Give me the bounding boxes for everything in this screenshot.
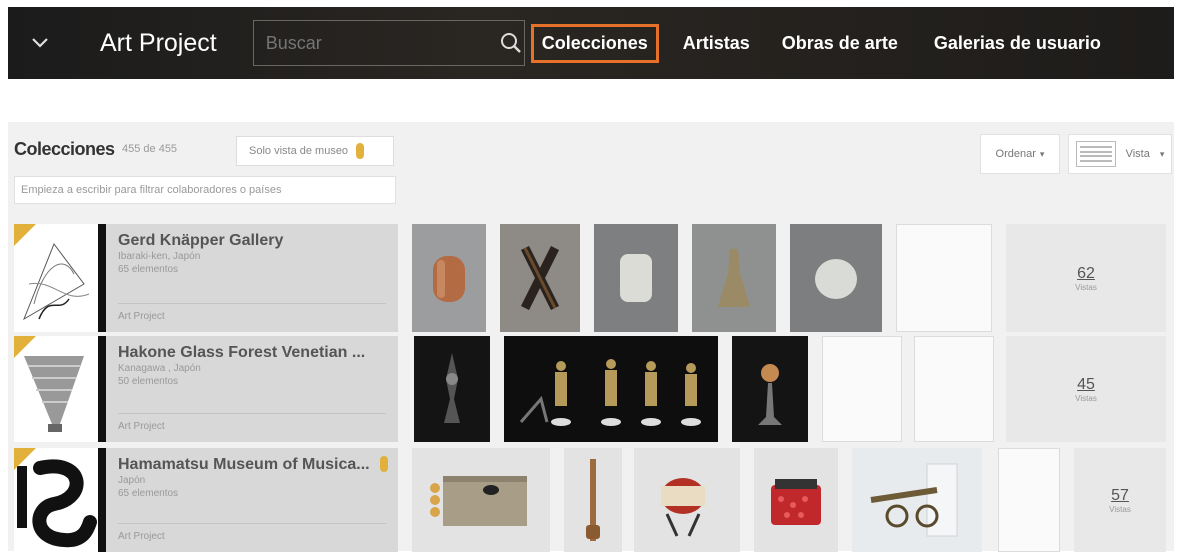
collection-row[interactable]: Hamamatsu Museum of Musica... Japón 65 e… — [14, 446, 1168, 552]
museum-toggle-label: Solo vista de museo — [249, 145, 349, 157]
pin-icon — [356, 143, 365, 159]
search-icon — [500, 33, 521, 53]
chevron-down-icon: ▾ — [1039, 148, 1045, 159]
view-count[interactable]: 62 Vistas — [1006, 224, 1166, 332]
collection-row[interactable]: Hakone Glass Forest Venetian ... Kanagaw… — [14, 334, 1168, 442]
view-count[interactable]: 45 Vistas — [1006, 336, 1166, 442]
collection-name[interactable]: Gerd Knäpper Gallery — [118, 232, 386, 250]
collection-location: Japón — [118, 475, 146, 486]
collection-thumbnail[interactable] — [14, 448, 98, 552]
view-count-number: 62 — [1077, 264, 1095, 282]
list-view-icon — [1075, 141, 1116, 167]
collection-location: Kanagawa , Japón — [118, 363, 201, 374]
artwork-placeholder — [998, 448, 1060, 552]
artwork-thumbnail[interactable] — [754, 448, 838, 552]
artwork-placeholder — [822, 336, 902, 442]
chevron-down-icon — [32, 38, 48, 48]
collection-name[interactable]: Hamamatsu Museum of Musica... — [118, 456, 386, 474]
artwork-thumbnail[interactable] — [504, 336, 718, 442]
sort-dropdown[interactable]: Ordenar ▾ — [980, 134, 1060, 174]
sort-label: Ordenar — [995, 148, 1036, 160]
artwork-thumbnail[interactable] — [564, 448, 622, 552]
nav-colecciones[interactable]: Colecciones — [530, 23, 659, 63]
artwork-thumbnail[interactable] — [852, 448, 982, 552]
collection-thumbnail[interactable] — [14, 336, 98, 442]
artwork-thumbnail[interactable] — [634, 448, 740, 552]
artwork-thumbnail[interactable] — [790, 224, 882, 332]
artwork-placeholder — [896, 224, 992, 332]
collection-info[interactable]: Hamamatsu Museum of Musica... Japón 65 e… — [106, 448, 398, 552]
menu-toggle-button[interactable] — [8, 7, 72, 79]
artwork-placeholder — [914, 336, 994, 442]
view-count-label: Vistas — [1109, 504, 1131, 514]
brand-title[interactable]: Art Project — [100, 29, 217, 58]
panel-title: Colecciones — [14, 139, 115, 159]
collection-source: Art Project — [118, 311, 165, 322]
nav-galerias-de-usuario[interactable]: Galerias de usuario — [934, 33, 1101, 54]
collection-thumbnail[interactable] — [14, 224, 98, 332]
view-count-number: 45 — [1077, 375, 1095, 393]
collection-items: 65 elementos — [118, 488, 179, 499]
artwork-thumbnail[interactable] — [594, 224, 678, 332]
collection-location: Ibaraki-ken, Japón — [118, 251, 201, 262]
artwork-thumbnail[interactable] — [412, 224, 486, 332]
collection-info[interactable]: Hakone Glass Forest Venetian ... Kanagaw… — [106, 336, 398, 442]
artwork-thumbnail[interactable] — [500, 224, 580, 332]
view-label: Vista — [1125, 148, 1150, 160]
view-count-label: Vistas — [1075, 282, 1097, 292]
collection-source: Art Project — [118, 531, 165, 542]
collection-row[interactable]: Gerd Knäpper Gallery Ibaraki-ken, Japón … — [14, 222, 1168, 332]
main-nav: Colecciones Artistas Obras de arte Galer… — [525, 7, 1101, 79]
view-dropdown[interactable]: Vista ▾ — [1068, 134, 1172, 174]
artwork-thumbnail[interactable] — [414, 336, 490, 442]
artwork-thumbnail[interactable] — [412, 448, 550, 552]
collection-source: Art Project — [118, 421, 165, 432]
artwork-thumbnail[interactable] — [732, 336, 808, 442]
search-input[interactable] — [253, 32, 498, 54]
collection-count: 455 de 455 — [122, 143, 178, 155]
filter-input[interactable]: Empieza a escribir para filtrar colabora… — [14, 176, 396, 204]
view-count-label: Vistas — [1075, 393, 1097, 403]
search-button[interactable] — [498, 32, 524, 54]
chevron-down-icon: ▾ — [1159, 148, 1165, 159]
collection-items: 50 elementos — [118, 376, 179, 387]
collections-panel: Colecciones 455 de 455 Solo vista de mus… — [8, 122, 1174, 552]
collection-info[interactable]: Gerd Knäpper Gallery Ibaraki-ken, Japón … — [106, 224, 398, 332]
nav-artistas[interactable]: Artistas — [683, 33, 750, 54]
museum-only-toggle[interactable]: Solo vista de museo — [236, 136, 394, 166]
collection-items: 65 elementos — [118, 264, 179, 275]
top-nav-bar: Art Project Colecciones Artistas Obras d… — [8, 7, 1174, 79]
nav-obras-de-arte[interactable]: Obras de arte — [782, 33, 898, 54]
search-box[interactable] — [252, 20, 525, 66]
pin-icon — [380, 456, 388, 472]
artwork-thumbnail[interactable] — [692, 224, 776, 332]
view-count[interactable]: 57 Vistas — [1074, 448, 1166, 552]
collection-name[interactable]: Hakone Glass Forest Venetian ... — [118, 344, 386, 362]
view-count-number: 57 — [1111, 486, 1129, 504]
